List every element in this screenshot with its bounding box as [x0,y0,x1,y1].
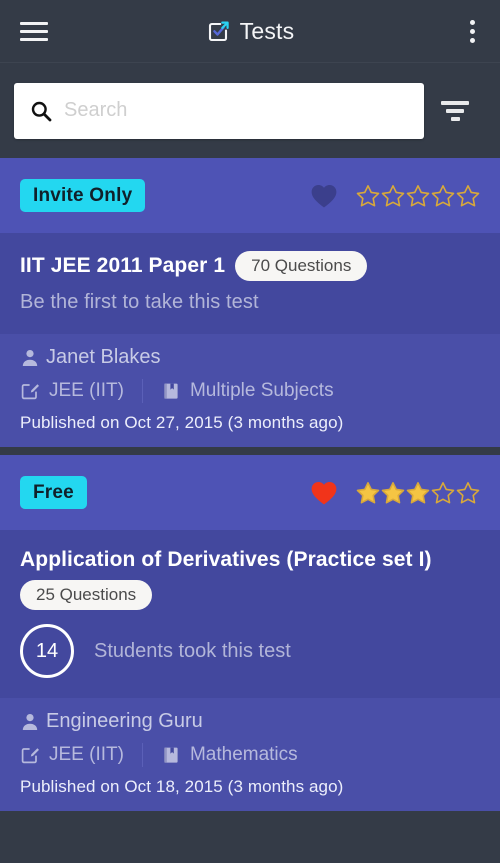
question-count-pill: 70 Questions [235,251,368,281]
exam-label: JEE (IIT) [49,380,124,401]
published-date: Published on Oct 27, 2015 (3 months ago) [20,413,344,432]
search-input[interactable] [64,82,408,139]
hamburger-menu-icon[interactable] [10,14,58,49]
exam-item: JEE (IIT) [20,744,124,766]
star-icon[interactable] [356,481,380,505]
star-icon[interactable] [381,481,405,505]
star-icon[interactable] [456,481,480,505]
test-card-list: Invite Only IIT JEE 2011 Paper 1 70 Questi… [0,158,500,811]
title-row: IIT JEE 2011 Paper 1 70 Questions [20,251,480,281]
published-date: Published on Oct 18, 2015 (3 months ago) [20,777,344,796]
hamburger-line [20,29,48,33]
person-icon [22,713,38,730]
hamburger-line [20,37,48,41]
heart-icon[interactable] [310,480,338,506]
card-subtext: Be the first to take this test [20,291,259,313]
access-badge[interactable]: Invite Only [20,178,146,213]
star-rating[interactable] [356,481,480,505]
star-icon[interactable] [356,184,380,208]
author-name: Janet Blakes [46,346,161,368]
overflow-dot [469,37,475,43]
access-badge[interactable]: Free [20,475,87,510]
page-title: Tests [239,17,295,44]
hamburger-line [20,21,48,25]
star-icon[interactable] [431,184,455,208]
star-icon[interactable] [406,481,430,505]
more-vertical-icon[interactable] [452,0,492,62]
star-icon[interactable] [431,481,455,505]
card-footer: Engineering Guru JEE (IIT) Mathematics Publ… [0,698,500,811]
star-icon[interactable] [406,184,430,208]
tests-checkbox-arrow-icon [208,21,229,42]
rating-group [310,480,480,506]
overflow-dot [469,19,475,25]
star-icon[interactable] [456,184,480,208]
app-title-group: Tests [0,0,500,62]
card-header: Free [0,455,500,530]
card-title: IIT JEE 2011 Paper 1 [20,254,226,277]
card-header: Invite Only [0,158,500,233]
heart-icon[interactable] [310,183,338,209]
author-row: Janet Blakes [20,346,480,369]
person-icon [22,349,38,366]
star-icon[interactable] [381,184,405,208]
filter-bar [441,100,469,105]
exam-label: JEE (IIT) [49,744,124,765]
edit-square-icon [21,384,39,400]
card-body: IIT JEE 2011 Paper 1 70 Questions Be the f… [0,233,500,334]
book-icon [164,747,178,763]
takers-label: Students took this test [94,639,291,662]
test-card[interactable]: Free Application of Derivatives (Practice… [0,455,500,811]
rating-group [310,183,480,209]
meta-divider [141,743,143,767]
filter-bar [450,116,460,121]
search-field[interactable] [14,82,424,139]
author-name: Engineering Guru [46,710,203,732]
title-row: Application of Derivatives (Practice set… [20,548,480,610]
test-card[interactable]: Invite Only IIT JEE 2011 Paper 1 70 Questi… [0,158,500,447]
edit-square-icon [21,748,39,764]
exam-item: JEE (IIT) [20,380,124,402]
star-rating[interactable] [356,184,480,208]
question-count-pill: 25 Questions [20,580,153,610]
app-bar: Tests [0,0,500,63]
author-row: Engineering Guru [20,710,480,733]
takers-count-badge: 14 [20,624,74,678]
takers-row: 14 Students took this test [20,624,480,678]
filter-funnel-icon[interactable] [424,83,486,139]
meta-row: JEE (IIT) Mathematics [20,743,480,767]
subject-label: Multiple Subjects [189,380,334,401]
filter-bar [446,108,464,113]
meta-divider [141,379,143,403]
magnifier-icon [31,101,52,121]
card-title: Application of Derivatives (Practice set… [20,548,432,571]
subject-item: Multiple Subjects [161,380,334,402]
meta-row: JEE (IIT) Multiple Subjects [20,379,480,403]
card-body: Application of Derivatives (Practice set… [0,530,500,698]
overflow-dot [469,28,475,34]
subject-label: Mathematics [189,744,298,765]
search-bar [0,63,500,158]
card-footer: Janet Blakes JEE (IIT) Multiple Subjects Pu… [0,334,500,447]
subject-item: Mathematics [161,744,298,766]
book-icon [164,383,178,399]
